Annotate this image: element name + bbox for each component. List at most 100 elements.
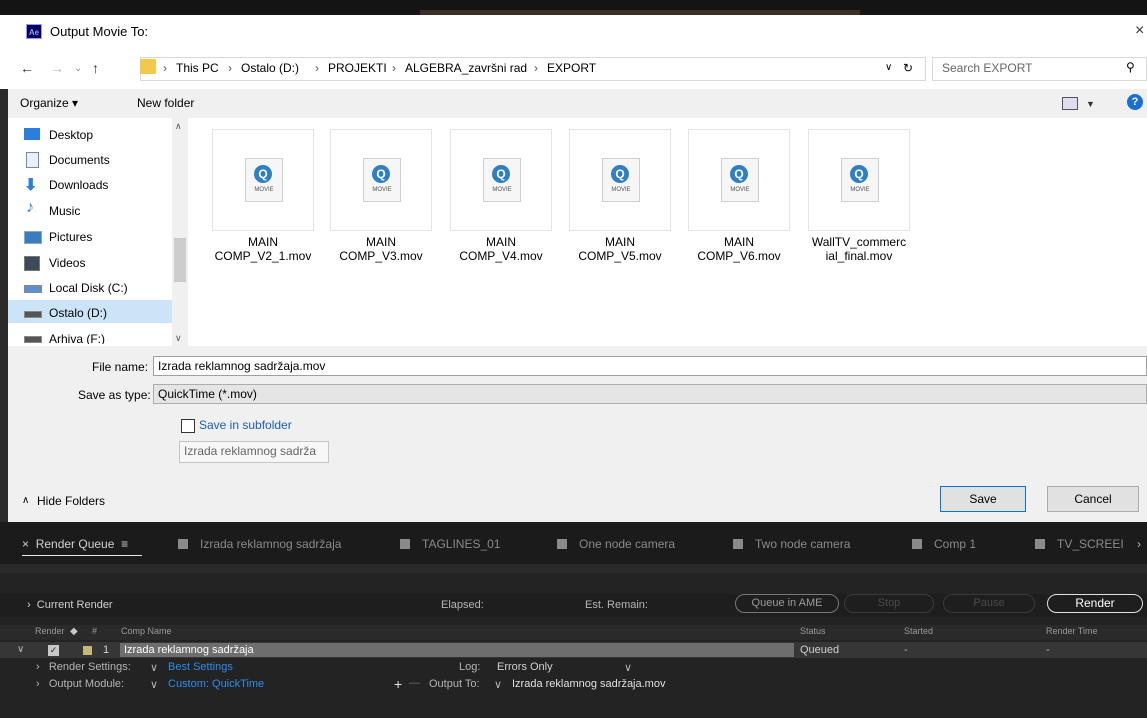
- up-arrow-icon[interactable]: ↑: [92, 60, 99, 76]
- view-options-icon[interactable]: [1062, 97, 1078, 110]
- file-name-input[interactable]: Izrada reklamnog sadržaja.mov: [153, 356, 1147, 376]
- breadcrumb-ostalo[interactable]: Ostalo (D:): [241, 61, 299, 75]
- log-dropdown-icon[interactable]: ∨: [624, 661, 632, 674]
- nav-item-music[interactable]: Music: [49, 204, 80, 218]
- organize-button[interactable]: Organize ▾: [20, 96, 78, 110]
- file-item[interactable]: Q MOVIE: [212, 129, 314, 231]
- output-to-dropdown-icon[interactable]: ∨: [494, 678, 502, 691]
- tab-comp-1[interactable]: Comp 1: [912, 537, 976, 551]
- file-name-label: File name:: [92, 360, 149, 374]
- recent-locations-chevron-icon[interactable]: ⌄: [74, 63, 82, 74]
- file-name: MAIN COMP_V3.mov: [339, 235, 423, 263]
- breadcrumb-projekti[interactable]: PROJEKTI: [328, 61, 387, 75]
- pause-button[interactable]: Pause: [943, 594, 1035, 613]
- output-module-toggle[interactable]: › Output Module:: [36, 678, 124, 690]
- column-render[interactable]: Render: [35, 626, 65, 636]
- queue-in-ame-button[interactable]: Queue in AME: [735, 594, 839, 613]
- log-label: Log:: [459, 661, 481, 673]
- tab-izrada[interactable]: Izrada reklamnog sadržaja: [178, 537, 341, 551]
- file-item[interactable]: Q MOVIE: [450, 129, 552, 231]
- output-module-dropdown-icon[interactable]: ∨: [150, 678, 158, 691]
- tab-render-queue[interactable]: × Render Queue ≡: [22, 537, 128, 551]
- column-number[interactable]: #: [92, 626, 97, 636]
- back-arrow-icon[interactable]: ←: [20, 60, 34, 76]
- pictures-icon: [24, 231, 42, 244]
- scroll-up-icon[interactable]: ∧: [175, 121, 182, 132]
- nav-item-videos[interactable]: Videos: [49, 256, 85, 270]
- save-in-subfolder-label[interactable]: Save in subfolder: [199, 418, 292, 432]
- render-settings-dropdown-icon[interactable]: ∨: [150, 661, 158, 674]
- tab-one-node-camera[interactable]: One node camera: [557, 537, 675, 551]
- comp-swatch-icon: [912, 539, 922, 549]
- save-in-subfolder-checkbox[interactable]: [181, 419, 195, 433]
- refresh-icon[interactable]: ↻: [903, 61, 913, 75]
- nav-scrollbar[interactable]: [172, 118, 188, 346]
- queue-item-number: 1: [103, 644, 110, 656]
- cancel-button[interactable]: Cancel: [1047, 486, 1139, 512]
- output-module-value[interactable]: Custom: QuickTime: [168, 678, 264, 690]
- tab-two-node-camera[interactable]: Two node camera: [733, 537, 850, 551]
- comp-swatch-icon: [178, 539, 188, 549]
- tabs-overflow-icon[interactable]: ›: [1137, 537, 1141, 551]
- breadcrumb-algebra[interactable]: ALGEBRA_završni rad: [405, 61, 527, 75]
- render-checkbox[interactable]: ✓: [48, 645, 59, 656]
- save-as-type-select[interactable]: QuickTime (*.mov): [153, 384, 1147, 404]
- render-button[interactable]: Render: [1047, 594, 1143, 613]
- nav-item-arhiva[interactable]: Arhiva (F:): [49, 332, 105, 344]
- render-settings-toggle[interactable]: › Render Settings:: [36, 661, 131, 673]
- nav-item-desktop[interactable]: Desktop: [49, 128, 93, 142]
- comp-swatch-icon: [400, 539, 410, 549]
- file-item[interactable]: Q MOVIE: [688, 129, 790, 231]
- new-folder-button[interactable]: New folder: [137, 96, 194, 110]
- queue-item-comp-name[interactable]: Izrada reklamnog sadržaja: [124, 644, 254, 656]
- elapsed-label: Elapsed:: [441, 599, 484, 611]
- output-to-value[interactable]: Izrada reklamnog sadržaja.mov: [512, 678, 665, 690]
- address-dropdown-icon[interactable]: ∨: [885, 62, 892, 73]
- music-icon: ♪: [26, 199, 34, 216]
- log-select[interactable]: Errors Only: [497, 661, 553, 673]
- view-dropdown-icon[interactable]: ▼: [1086, 99, 1095, 109]
- search-icon[interactable]: ⚲: [1126, 60, 1135, 74]
- scroll-down-icon[interactable]: ∨: [175, 333, 182, 344]
- chevron-up-icon[interactable]: ∧: [22, 495, 29, 506]
- forward-arrow-icon[interactable]: →: [50, 60, 64, 76]
- breadcrumb-export[interactable]: EXPORT: [547, 61, 596, 75]
- hide-folders-button[interactable]: Hide Folders: [37, 494, 105, 508]
- desktop-icon: [24, 128, 40, 140]
- file-item[interactable]: Q MOVIE: [808, 129, 910, 231]
- expand-chevron-icon[interactable]: ∨: [17, 644, 24, 655]
- nav-item-ostalo[interactable]: Ostalo (D:): [49, 306, 107, 320]
- column-render-time[interactable]: Render Time: [1046, 626, 1098, 636]
- column-started[interactable]: Started: [904, 626, 933, 636]
- file-item[interactable]: Q MOVIE: [569, 129, 671, 231]
- add-output-icon[interactable]: +: [394, 676, 402, 692]
- queue-item-render-time: -: [1046, 644, 1050, 656]
- subfolder-name-input[interactable]: Izrada reklamnog sadrža: [179, 441, 329, 463]
- nav-item-local-disk[interactable]: Local Disk (C:): [49, 281, 128, 295]
- current-render-toggle[interactable]: › Current Render: [27, 599, 113, 611]
- queue-column-header: [0, 625, 1147, 640]
- render-settings-value[interactable]: Best Settings: [168, 661, 233, 673]
- column-status[interactable]: Status: [800, 626, 826, 636]
- queue-item-status: Queued: [800, 644, 840, 656]
- quicktime-movie-icon: Q MOVIE: [721, 158, 759, 202]
- nav-item-pictures[interactable]: Pictures: [49, 230, 92, 244]
- comp-swatch-icon: [1035, 539, 1045, 549]
- remove-output-icon[interactable]: —: [409, 677, 420, 689]
- breadcrumb-separator-icon: ›: [228, 61, 232, 75]
- stop-button[interactable]: Stop: [844, 594, 934, 613]
- column-comp-name[interactable]: Comp Name: [121, 626, 172, 636]
- file-item[interactable]: Q MOVIE: [330, 129, 432, 231]
- tab-tv-screen[interactable]: TV_SCREEI: [1035, 537, 1124, 551]
- scrollbar-thumb[interactable]: [174, 238, 186, 282]
- close-icon[interactable]: ×: [1135, 22, 1144, 40]
- nav-item-documents[interactable]: Documents: [49, 153, 110, 167]
- comp-swatch-icon: [557, 539, 567, 549]
- save-button[interactable]: Save: [940, 486, 1026, 512]
- nav-item-downloads[interactable]: Downloads: [49, 178, 108, 192]
- breadcrumb-this-pc[interactable]: This PC: [176, 61, 219, 75]
- label-tag-icon[interactable]: ◆: [70, 626, 78, 637]
- help-icon[interactable]: ?: [1127, 94, 1143, 110]
- tab-taglines[interactable]: TAGLINES_01: [400, 537, 500, 551]
- label-color-swatch[interactable]: [83, 646, 92, 655]
